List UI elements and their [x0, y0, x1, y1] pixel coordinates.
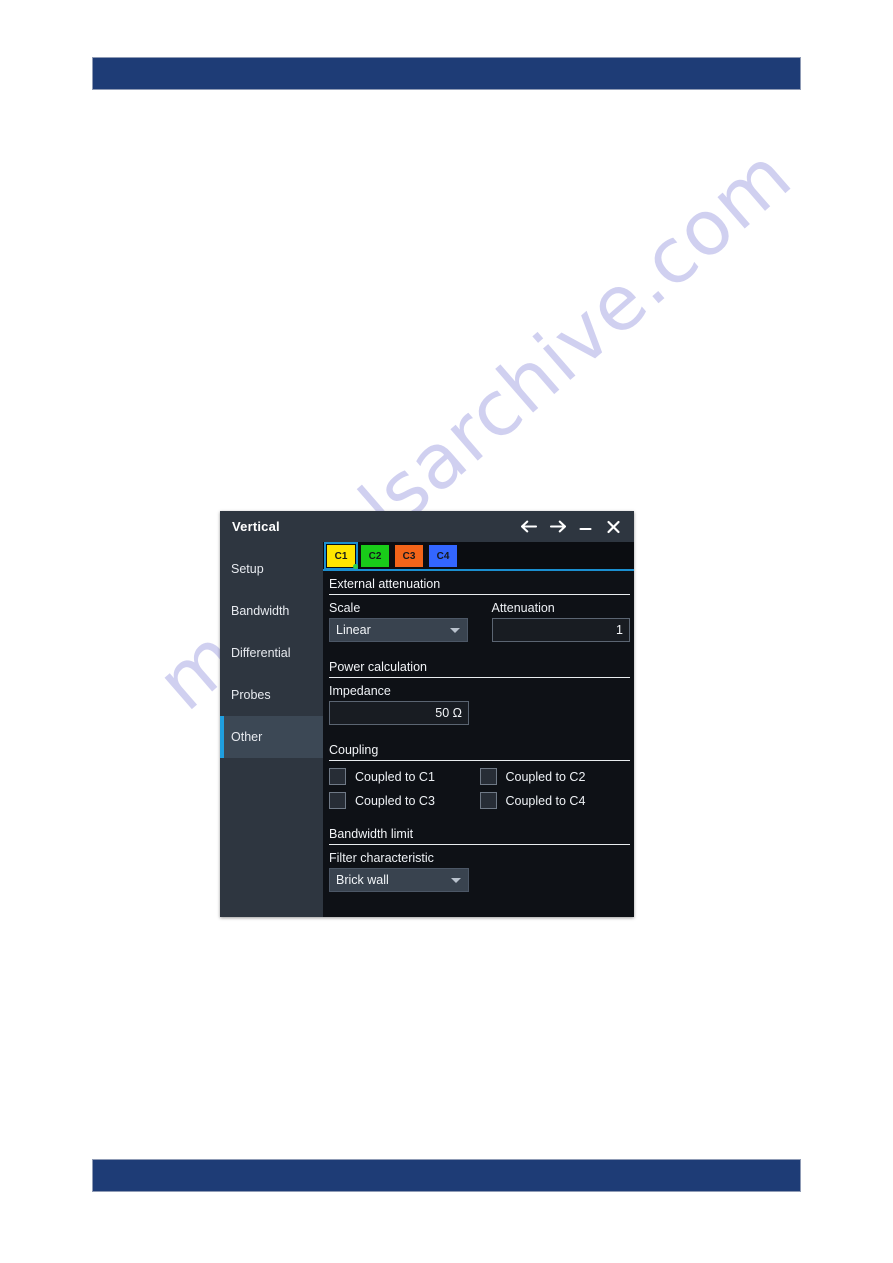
attenuation-input[interactable]: 1	[491, 618, 630, 642]
document-header-bar	[93, 58, 800, 89]
sidebar-item-other[interactable]: Other	[220, 716, 323, 758]
sidebar-item-bandwidth[interactable]: Bandwidth	[220, 590, 323, 632]
coupled-to-c1-checkbox[interactable]	[329, 768, 346, 785]
sidebar-item-setup[interactable]: Setup	[220, 548, 323, 590]
channel-tab-label: C4	[436, 550, 450, 562]
coupled-to-c2-checkbox[interactable]	[479, 768, 497, 785]
coupled-to-c1-option[interactable]: Coupled to C1	[329, 768, 480, 785]
channel-tab-c1[interactable]: C1	[324, 542, 358, 570]
attenuation-value: 1	[616, 623, 623, 637]
external-attenuation-row: Scale Linear Attenuation 1	[329, 601, 630, 642]
coupling-row-1: Coupled to C1 Coupled to C2	[329, 768, 630, 785]
section-header-coupling: Coupling	[329, 737, 630, 761]
impedance-label: Impedance	[329, 684, 391, 698]
channel-tab-label: C3	[402, 550, 416, 562]
impedance-value: 50 Ω	[435, 706, 462, 720]
section-header-power-calculation: Power calculation	[329, 654, 630, 678]
back-arrow-icon[interactable]	[516, 514, 542, 540]
coupled-to-c2-label: Coupled to C2	[505, 769, 586, 784]
coupled-to-c3-checkbox[interactable]	[329, 792, 346, 809]
chevron-down-icon	[449, 628, 460, 633]
scale-value: Linear	[336, 623, 371, 637]
minimize-icon[interactable]	[572, 514, 598, 540]
dialog-content: C1 C2 C3 C4 External attenuation Scale L…	[323, 542, 634, 917]
sidebar-item-label: Setup	[231, 562, 264, 576]
channel-tab-label: C1	[334, 550, 348, 562]
channel-tab-c2[interactable]: C2	[361, 545, 389, 567]
titlebar-button-group	[516, 511, 626, 542]
section-header-bandwidth-limit: Bandwidth limit	[329, 821, 630, 845]
filter-characteristic-label: Filter characteristic	[329, 851, 434, 865]
settings-form: External attenuation Scale Linear Attenu…	[323, 571, 634, 917]
dialog-titlebar: Vertical	[220, 511, 634, 542]
sidebar-item-differential[interactable]: Differential	[220, 632, 323, 674]
coupled-to-c1-label: Coupled to C1	[355, 769, 435, 784]
attenuation-group: Attenuation 1	[491, 601, 630, 642]
filter-characteristic-select[interactable]: Brick wall	[329, 868, 469, 892]
dialog-title: Vertical	[232, 519, 280, 534]
coupled-to-c4-option[interactable]: Coupled to C4	[479, 792, 631, 809]
channel-active-dot-icon	[353, 564, 358, 569]
chevron-down-icon	[451, 878, 461, 883]
sidebar-item-label: Differential	[231, 646, 291, 660]
forward-arrow-icon[interactable]	[544, 514, 570, 540]
section-header-external-attenuation: External attenuation	[329, 571, 630, 595]
document-footer-bar	[93, 1160, 800, 1191]
close-icon[interactable]	[600, 514, 626, 540]
dialog-sidebar: Setup Bandwidth Differential Probes Othe…	[220, 542, 323, 917]
vertical-dialog: Vertical Setup Bandwidth Differential Pr…	[220, 511, 634, 917]
channel-tabstrip: C1 C2 C3 C4	[323, 542, 634, 571]
coupling-row-2: Coupled to C3 Coupled to C4	[329, 792, 630, 809]
channel-tab-c4[interactable]: C4	[429, 545, 457, 567]
coupled-to-c3-label: Coupled to C3	[355, 793, 435, 808]
sidebar-item-label: Other	[231, 730, 263, 744]
channel-tab-c3[interactable]: C3	[395, 545, 423, 567]
scale-select[interactable]: Linear	[329, 618, 468, 642]
impedance-input[interactable]: 50 Ω	[329, 701, 469, 725]
filter-characteristic-value: Brick wall	[336, 873, 389, 887]
dialog-body: Setup Bandwidth Differential Probes Othe…	[220, 542, 634, 917]
sidebar-item-label: Probes	[231, 688, 271, 702]
sidebar-item-label: Bandwidth	[231, 604, 290, 618]
channel-tab-label: C2	[368, 550, 382, 562]
coupled-to-c4-checkbox[interactable]	[479, 792, 497, 809]
coupled-to-c4-label: Coupled to C4	[505, 793, 586, 808]
coupled-to-c3-option[interactable]: Coupled to C3	[329, 792, 480, 809]
coupled-to-c2-option[interactable]: Coupled to C2	[479, 768, 631, 785]
attenuation-label: Attenuation	[491, 601, 555, 615]
sidebar-item-probes[interactable]: Probes	[220, 674, 323, 716]
scale-label: Scale	[329, 601, 361, 615]
scale-group: Scale Linear	[329, 601, 468, 642]
